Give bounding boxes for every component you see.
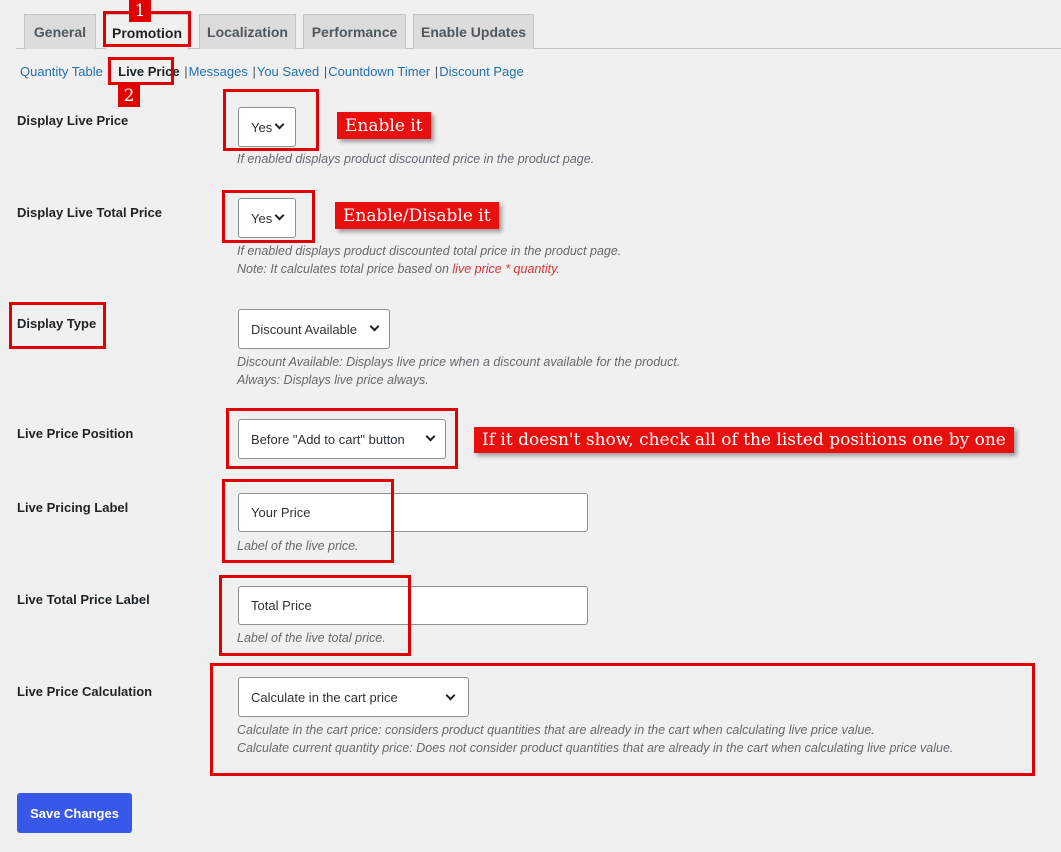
- display-live-total-price-desc: If enabled displays product discounted t…: [237, 244, 622, 258]
- subnav-countdown-timer[interactable]: Countdown Timer: [328, 64, 430, 79]
- chevron-down-icon: [425, 431, 436, 442]
- live-pricing-label-input[interactable]: Your Price: [238, 493, 588, 532]
- annotation-enable-it: Enable it: [337, 112, 431, 139]
- subnav-discount-page[interactable]: Discount Page: [439, 64, 524, 79]
- sub-navigation: Quantity Table Live Price |Messages |You…: [20, 64, 524, 79]
- display-live-total-price-note: Note: It calculates total price based on…: [237, 260, 560, 278]
- display-type-desc-2: Always: Displays live price always.: [237, 373, 429, 387]
- live-price-calculation-label: Live Price Calculation: [17, 684, 153, 699]
- display-type-select[interactable]: Discount Available: [238, 309, 390, 349]
- live-total-price-label-input[interactable]: Total Price: [238, 586, 588, 625]
- subnav-messages[interactable]: Messages: [189, 64, 248, 79]
- live-price-position-value: Before "Add to cart" button: [251, 431, 405, 447]
- live-price-position-label: Live Price Position: [17, 426, 134, 441]
- display-live-price-value: Yes: [251, 119, 273, 135]
- tab-general[interactable]: General: [24, 14, 96, 49]
- note-highlight: live price * quantity.: [452, 262, 560, 276]
- display-live-price-label: Display Live Price: [17, 113, 129, 128]
- live-total-price-label-desc: Label of the live total price.: [237, 631, 386, 645]
- display-type-value: Discount Available: [251, 321, 357, 337]
- display-live-total-price-value: Yes: [251, 210, 273, 226]
- live-price-position-select[interactable]: Before "Add to cart" button: [238, 419, 446, 459]
- display-live-price-desc: If enabled displays product discounted p…: [237, 152, 595, 166]
- subnav-separator: |: [184, 64, 188, 79]
- display-type-desc-1: Discount Available: Displays live price …: [237, 355, 681, 369]
- annotation-position-tip: If it doesn't show, check all of the lis…: [474, 427, 1014, 453]
- annotation-enable-disable-it: Enable/Disable it: [335, 202, 499, 229]
- save-changes-button[interactable]: Save Changes: [17, 793, 132, 833]
- chevron-down-icon: [274, 119, 285, 130]
- subnav-separator: |: [434, 64, 439, 79]
- display-live-price-select[interactable]: Yes: [238, 107, 296, 147]
- live-total-price-label-label: Live Total Price Label: [17, 592, 150, 607]
- live-pricing-label-label: Live Pricing Label: [17, 500, 129, 515]
- live-price-calculation-value: Calculate in the cart price: [251, 689, 398, 705]
- tab-localization[interactable]: Localization: [199, 14, 296, 49]
- display-type-label: Display Type: [17, 316, 97, 331]
- subnav-live-price[interactable]: Live Price: [118, 64, 179, 79]
- chevron-down-icon: [369, 321, 380, 332]
- tab-enable-updates[interactable]: Enable Updates: [413, 14, 534, 49]
- live-price-calculation-desc-1: Calculate in the cart price: considers p…: [237, 723, 875, 737]
- live-pricing-label-desc: Label of the live price.: [237, 539, 359, 553]
- subnav-separator: |: [252, 64, 256, 79]
- subnav-you-saved[interactable]: You Saved: [257, 64, 319, 79]
- chevron-down-icon: [445, 690, 456, 701]
- display-live-total-price-select[interactable]: Yes: [238, 198, 296, 238]
- live-price-calculation-desc-2: Calculate current quantity price: Does n…: [237, 741, 954, 755]
- display-live-total-price-label: Display Live Total Price: [17, 205, 162, 220]
- note-text: Note: It calculates total price based on: [237, 262, 453, 276]
- live-price-calculation-select[interactable]: Calculate in the cart price: [238, 677, 469, 717]
- chevron-down-icon: [274, 210, 285, 221]
- subnav-separator: |: [323, 64, 328, 79]
- annotation-step-1: 1: [129, 0, 151, 22]
- subnav-quantity-table[interactable]: Quantity Table: [20, 64, 103, 79]
- annotation-step-2: 2: [118, 85, 140, 107]
- tab-performance[interactable]: Performance: [303, 14, 406, 49]
